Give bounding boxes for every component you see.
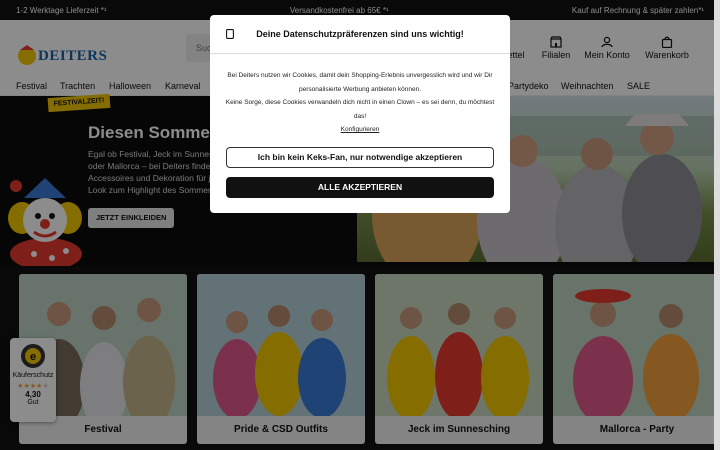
consent-text: Bei Deiters nutzen wir Cookies, damit de… (224, 69, 496, 137)
divider (210, 53, 510, 54)
accept-all-button[interactable]: ALLE AKZEPTIEREN (226, 177, 494, 198)
configure-link[interactable]: Konfigurieren (224, 123, 496, 137)
page-scrollbar[interactable] (714, 0, 720, 450)
consent-paragraph: Keine Sorge, diese Cookies verwandeln di… (225, 99, 495, 120)
accept-essential-button[interactable]: Ich bin kein Keks-Fan, nur notwendige ak… (226, 147, 494, 168)
consent-paragraph: Bei Deiters nutzen wir Cookies, damit de… (227, 72, 493, 93)
consent-title: Deine Datenschutzpräferenzen sind uns wi… (256, 29, 464, 39)
cookie-consent-dialog: Deine Datenschutzpräferenzen sind uns wi… (210, 15, 510, 213)
